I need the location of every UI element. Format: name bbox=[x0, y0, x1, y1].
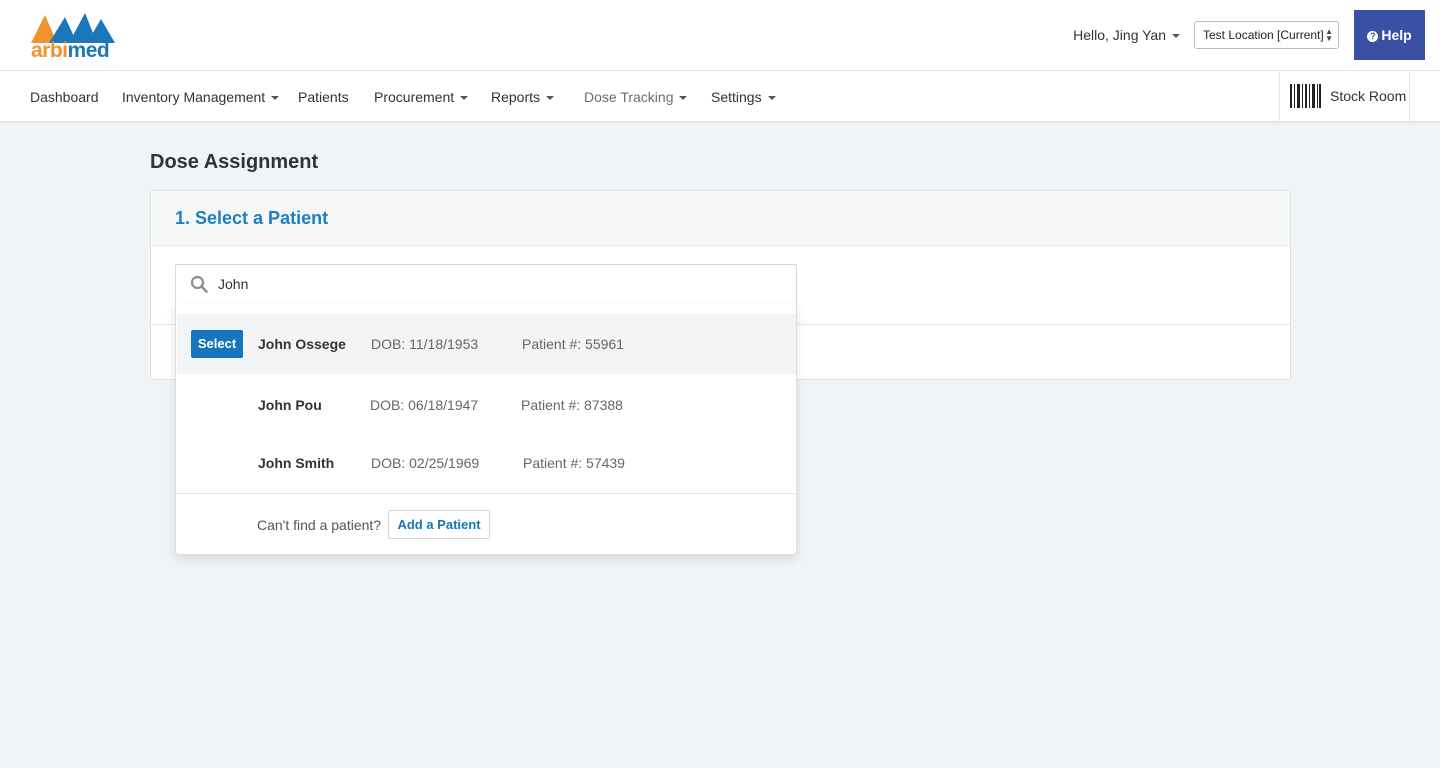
arbimed-logo[interactable]: arbimed bbox=[31, 13, 115, 62]
question-circle-icon: ? bbox=[1367, 31, 1379, 42]
nav-dose-tracking-label: Dose Tracking bbox=[584, 89, 674, 105]
nav-settings[interactable]: Settings bbox=[711, 89, 776, 105]
barcode-icon bbox=[1290, 84, 1321, 108]
nav-dashboard[interactable]: Dashboard bbox=[30, 89, 99, 105]
user-menu[interactable]: Hello, Jing Yan bbox=[1073, 27, 1180, 43]
cant-find-text: Can't find a patient? bbox=[257, 517, 382, 533]
patient-number: Patient #: 87388 bbox=[521, 397, 623, 413]
nav-patients[interactable]: Patients bbox=[298, 89, 349, 105]
search-icon bbox=[190, 275, 208, 293]
patient-results-dropdown: Select John Ossege DOB: 11/18/1953 Patie… bbox=[175, 303, 797, 555]
patient-name: John Ossege bbox=[258, 336, 346, 352]
stock-room-button[interactable]: Stock Room bbox=[1279, 71, 1410, 122]
search-input[interactable] bbox=[218, 273, 778, 295]
nav-reports[interactable]: Reports bbox=[491, 89, 555, 105]
chevron-down-icon bbox=[460, 96, 469, 101]
chevron-down-icon bbox=[271, 96, 280, 101]
nav-settings-label: Settings bbox=[711, 89, 762, 105]
select-arrows-icon: ▲ ▼ bbox=[1325, 27, 1333, 43]
result-row[interactable]: John Smith DOB: 02/25/1969 Patient #: 57… bbox=[177, 432, 796, 492]
dropdown-divider bbox=[176, 493, 796, 494]
chevron-down-icon bbox=[1172, 34, 1180, 39]
step-title: 1. Select a Patient bbox=[175, 208, 329, 228]
patient-name: John Smith bbox=[258, 455, 335, 471]
patient-search bbox=[175, 264, 797, 304]
top-header: arbimed Hello, Jing Yan Test Location [C… bbox=[0, 0, 1440, 71]
nav-patients-label: Patients bbox=[298, 89, 349, 105]
logo-wordmark: arbimed bbox=[31, 39, 110, 62]
nav-procurement-label: Procurement bbox=[374, 89, 455, 105]
location-select[interactable]: Test Location [Current] ▲ ▼ bbox=[1194, 21, 1339, 49]
result-row[interactable]: Select John Ossege DOB: 11/18/1953 Patie… bbox=[177, 314, 796, 374]
patient-dob: DOB: 02/25/1969 bbox=[371, 455, 480, 471]
page-title: Dose Assignment bbox=[150, 151, 319, 173]
panel-header: 1. Select a Patient bbox=[151, 191, 1290, 246]
nav-dose-tracking[interactable]: Dose Tracking bbox=[584, 89, 688, 105]
patient-number: Patient #: 57439 bbox=[523, 455, 625, 471]
nav-inventory-management-label: Inventory Management bbox=[122, 89, 266, 105]
chevron-down-icon bbox=[679, 96, 688, 101]
select-patient-button[interactable]: Select bbox=[191, 330, 243, 358]
chevron-down-icon bbox=[546, 96, 555, 101]
nav-reports-label: Reports bbox=[491, 89, 541, 105]
stock-room-label: Stock Room bbox=[1330, 88, 1407, 104]
location-select-value: Test Location [Current] bbox=[1203, 28, 1324, 42]
user-greeting: Hello, Jing Yan bbox=[1073, 27, 1166, 43]
main-navbar: Dashboard Inventory Management Patients … bbox=[0, 71, 1440, 122]
chevron-down-icon bbox=[767, 96, 776, 101]
patient-dob: DOB: 11/18/1953 bbox=[371, 336, 479, 352]
patient-name: John Pou bbox=[258, 397, 322, 413]
add-patient-button[interactable]: Add a Patient bbox=[388, 510, 490, 539]
help-label: Help bbox=[1381, 27, 1412, 43]
patient-number: Patient #: 55961 bbox=[522, 336, 624, 352]
nav-inventory-management[interactable]: Inventory Management bbox=[122, 89, 280, 105]
help-button[interactable]: ? Help bbox=[1354, 10, 1425, 60]
result-row[interactable]: John Pou DOB: 06/18/1947 Patient #: 8738… bbox=[177, 374, 796, 434]
nav-dashboard-label: Dashboard bbox=[30, 89, 99, 105]
patient-dob: DOB: 06/18/1947 bbox=[370, 397, 479, 413]
nav-procurement[interactable]: Procurement bbox=[374, 89, 469, 105]
